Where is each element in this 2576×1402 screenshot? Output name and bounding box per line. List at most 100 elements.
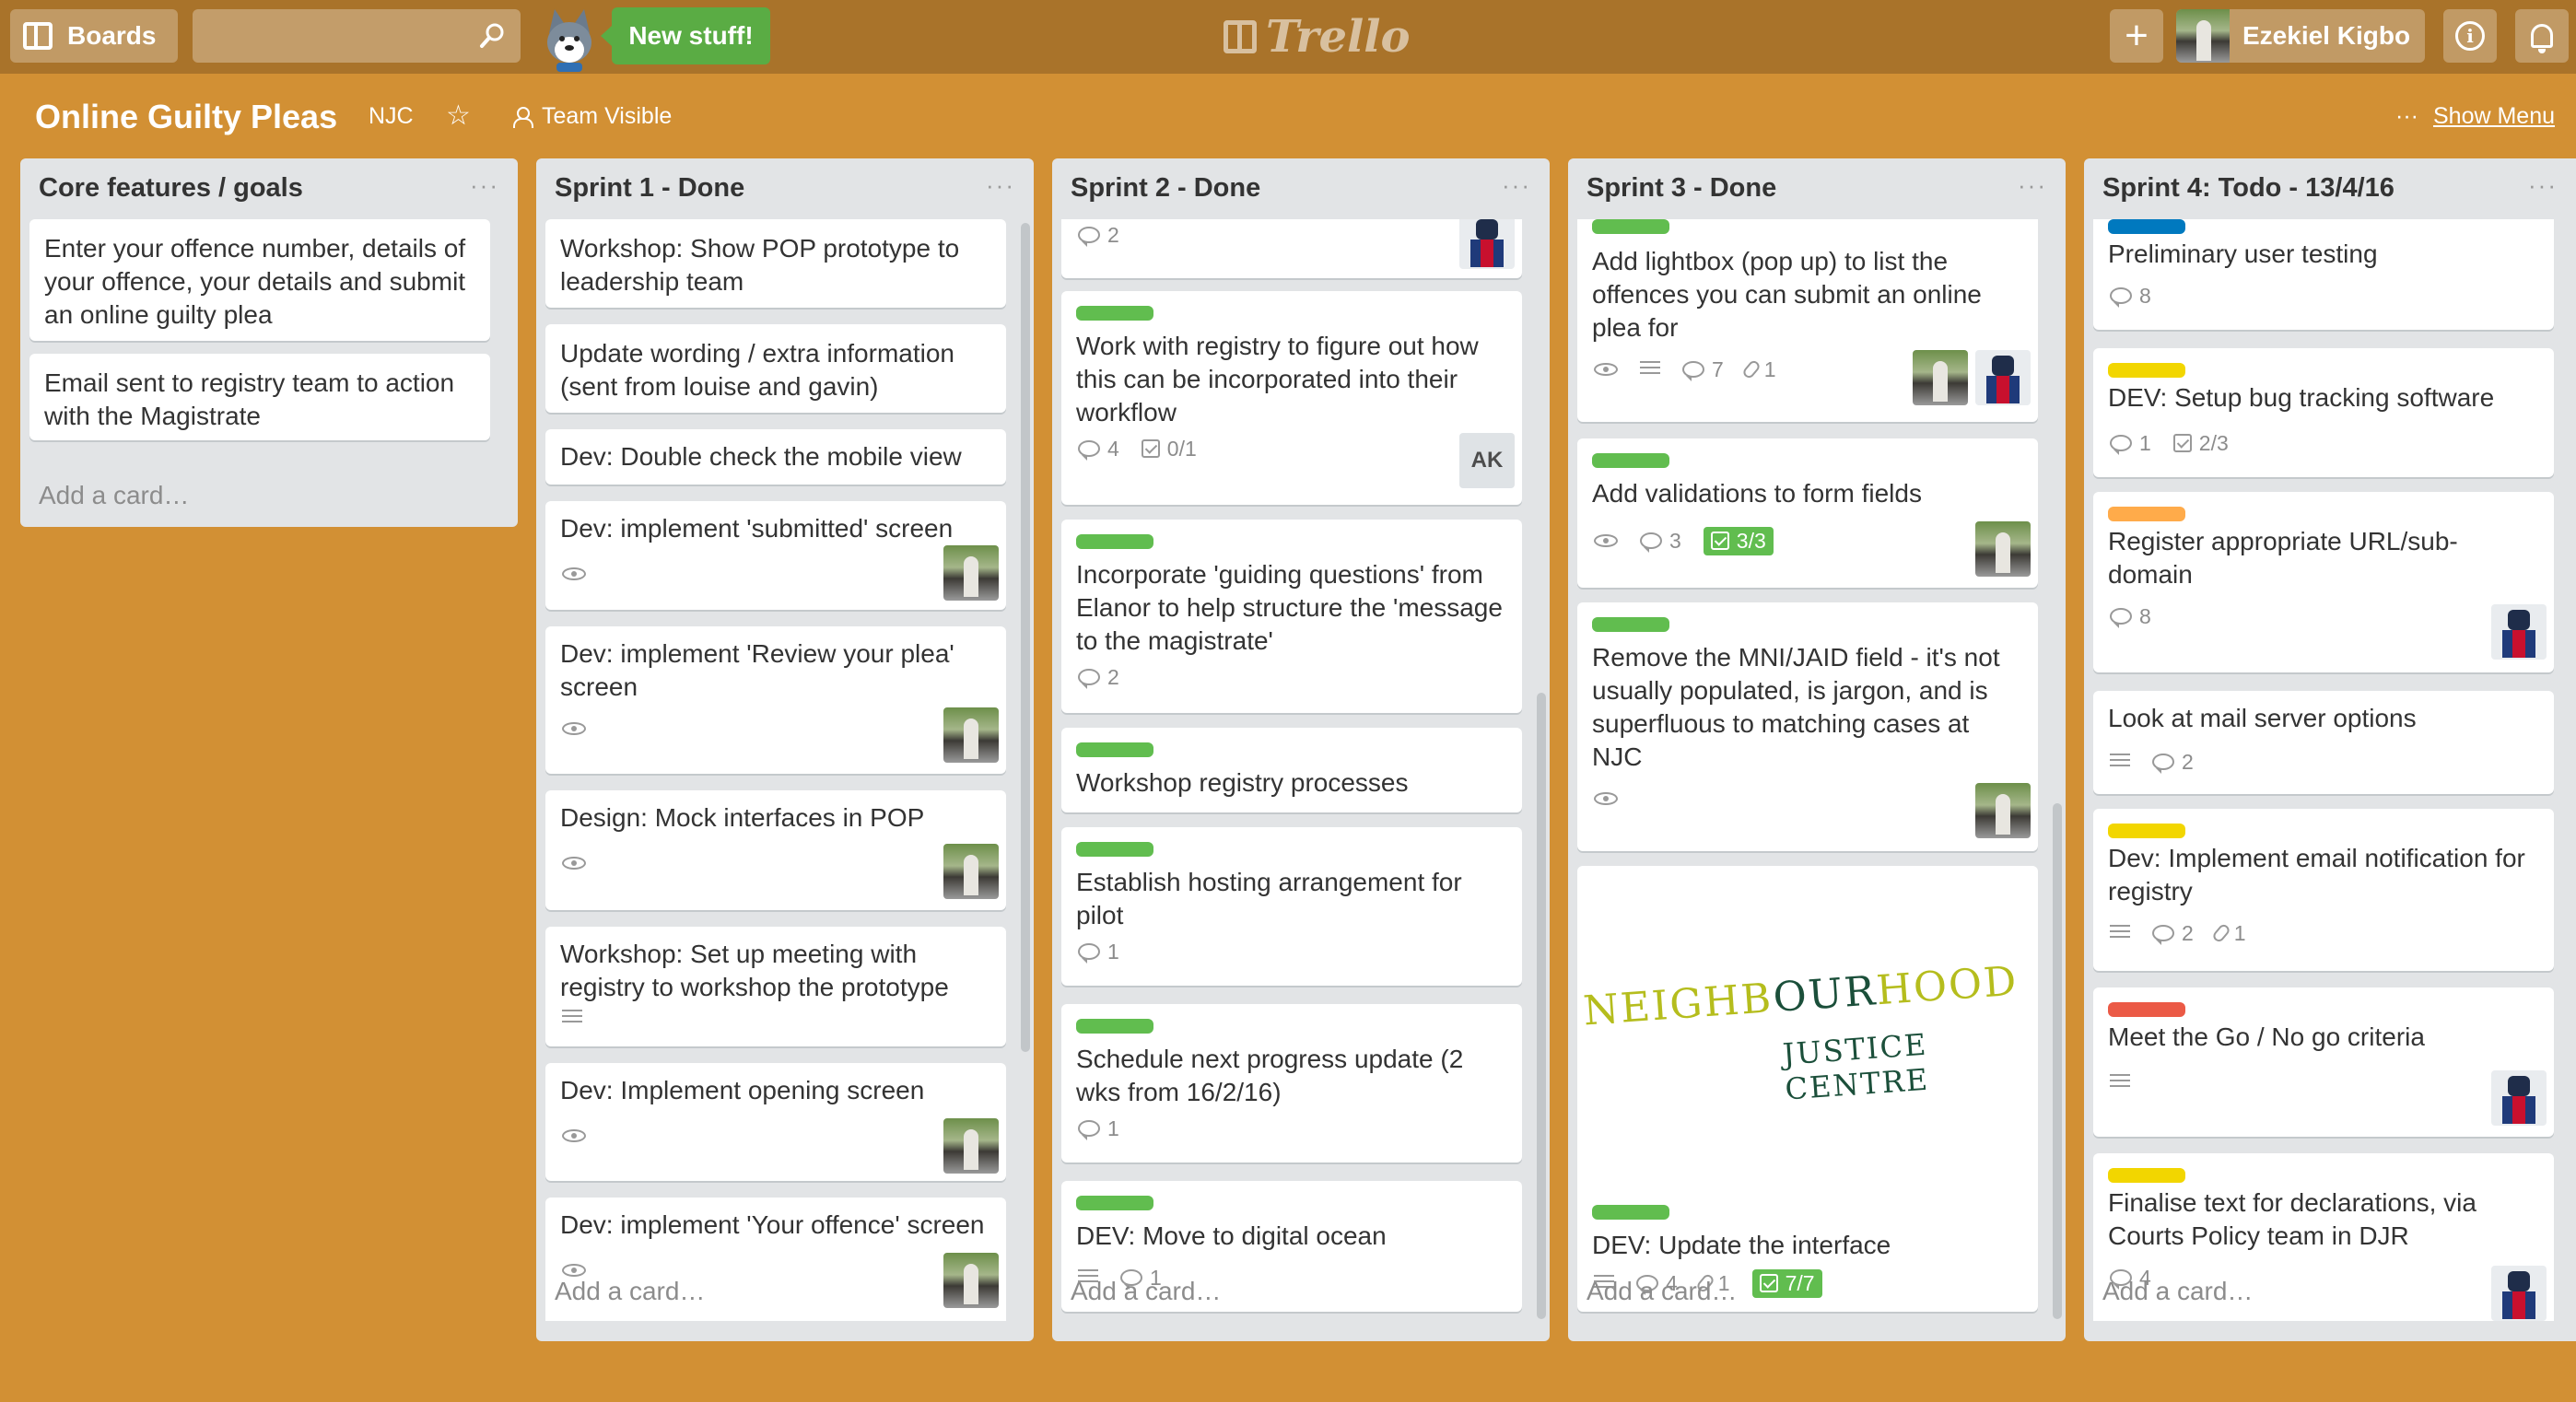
card-container: Workshop: Show POP prototype to leadersh… <box>545 219 1006 1321</box>
card-title: Dev: Implement opening screen <box>560 1076 925 1104</box>
comment-icon <box>1078 440 1100 461</box>
member-avatar[interactable] <box>943 1118 999 1174</box>
card[interactable]: Workshop: Set up meeting with registry t… <box>545 927 1006 1046</box>
list-scrollbar[interactable] <box>2053 803 2062 1319</box>
card[interactable]: DEV: Setup bug tracking software 1 2/3 <box>2093 348 2554 477</box>
show-menu-button[interactable]: ··· Show Menu <box>2395 103 2555 130</box>
list-title[interactable]: Sprint 2 - Done <box>1071 173 1260 204</box>
member-avatar[interactable] <box>943 545 999 601</box>
list-title[interactable]: Sprint 3 - Done <box>1587 173 1776 204</box>
card[interactable]: Register appropriate URL/sub-domain 8 <box>2093 492 2554 672</box>
card-badges <box>562 1002 582 1034</box>
card-title: Dev: implement 'submitted' screen <box>560 514 954 543</box>
member-avatar[interactable] <box>1459 219 1515 269</box>
member-avatar[interactable] <box>943 707 999 763</box>
card[interactable]: 2 <box>1061 219 1522 278</box>
list-menu-icon[interactable]: ··· <box>2528 171 2558 200</box>
member-avatar[interactable] <box>2491 1070 2547 1126</box>
card[interactable]: Dev: implement 'Review your plea' screen <box>545 626 1006 774</box>
card[interactable]: Dev: Implement opening screen <box>545 1063 1006 1181</box>
list-scrollbar[interactable] <box>1537 693 1546 1319</box>
member-avatar[interactable] <box>1975 350 2031 405</box>
card[interactable]: Meet the Go / No go criteria <box>2093 987 2554 1137</box>
card-title: Workshop: Set up meeting with registry t… <box>560 940 949 1001</box>
taco-mascot-icon[interactable] <box>536 6 603 72</box>
list-menu-icon[interactable]: ··· <box>470 171 499 200</box>
list-menu-icon[interactable]: ··· <box>2018 171 2047 200</box>
user-menu[interactable]: Ezekiel Kigbo <box>2176 9 2425 63</box>
list-menu-icon[interactable]: ··· <box>986 171 1015 200</box>
card[interactable]: Email sent to registry team to action wi… <box>29 354 490 440</box>
member-avatar[interactable] <box>943 844 999 899</box>
boards-button[interactable]: Boards <box>10 9 178 63</box>
member-avatar[interactable] <box>1975 521 2031 577</box>
search-box[interactable] <box>193 9 521 63</box>
add-card-button[interactable]: Add a card… <box>555 1277 705 1306</box>
member-avatar[interactable] <box>943 1253 999 1308</box>
description-icon <box>2110 925 2130 941</box>
card-badges: 7 1 <box>1594 354 1776 385</box>
card-badges: 2 <box>1078 219 1119 251</box>
card-title: Dev: Double check the mobile view <box>560 442 962 471</box>
card[interactable]: Establish hosting arrangement for pilot … <box>1061 827 1522 986</box>
search-icon[interactable] <box>478 22 506 50</box>
card-label-green <box>1076 1019 1153 1034</box>
card[interactable]: Update wording / extra information (sent… <box>545 324 1006 413</box>
search-input[interactable] <box>205 9 463 63</box>
card[interactable]: Design: Mock interfaces in POP <box>545 790 1006 910</box>
card[interactable]: Schedule next progress update (2 wks fro… <box>1061 1004 1522 1162</box>
comment-icon <box>1078 669 1100 689</box>
checklist-icon <box>1141 439 1160 458</box>
visibility-button[interactable]: Team Visible <box>512 103 672 130</box>
card[interactable]: Dev: Double check the mobile view <box>545 429 1006 485</box>
card[interactable]: Dev: Implement email notification for re… <box>2093 809 2554 971</box>
member-initials[interactable]: AK <box>1459 433 1515 488</box>
member-avatar[interactable] <box>2491 1266 2547 1321</box>
add-card-button[interactable]: Add a card… <box>1587 1277 1737 1306</box>
card-title: Workshop: Show POP prototype to leadersh… <box>560 234 960 296</box>
card-title: Establish hosting arrangement for pilot <box>1076 868 1462 929</box>
card-badges: 1 2/3 <box>2110 427 2229 459</box>
card[interactable]: Workshop: Show POP prototype to leadersh… <box>545 219 1006 308</box>
member-avatar[interactable] <box>1975 783 2031 838</box>
card-title: Dev: implement 'Your offence' screen <box>560 1210 985 1239</box>
star-icon[interactable]: ☆ <box>446 99 471 132</box>
comment-count: 2 <box>2182 749 2194 774</box>
card[interactable]: Preliminary user testing 8 <box>2093 219 2554 330</box>
cover-line-1: NEIGHBOURHOOD <box>1581 957 2020 1035</box>
list-title[interactable]: Sprint 1 - Done <box>555 173 744 204</box>
card[interactable]: Dev: implement 'submitted' screen <box>545 501 1006 610</box>
member-avatar[interactable] <box>1913 350 1968 405</box>
card[interactable]: NEIGHBOURHOOD JUSTICE CENTRE DEV: Update… <box>1577 866 2038 1312</box>
add-card-button[interactable]: Add a card… <box>2102 1277 2253 1306</box>
card[interactable]: Add lightbox (pop up) to list the offenc… <box>1577 219 2038 422</box>
card-label-green <box>1592 1205 1669 1220</box>
notifications-button[interactable] <box>2515 9 2569 63</box>
info-button[interactable]: i <box>2443 9 2497 63</box>
new-stuff-button[interactable]: New stuff! <box>601 7 770 64</box>
card[interactable]: Incorporate 'guiding questions' from Ela… <box>1061 520 1522 713</box>
comment-icon <box>1078 227 1100 247</box>
checklist-icon <box>1710 532 1729 550</box>
card[interactable]: Add validations to form fields 3 3/3 <box>1577 438 2038 588</box>
board-team[interactable]: NJC <box>369 103 414 130</box>
board-title[interactable]: Online Guilty Pleas <box>35 98 337 136</box>
card[interactable]: Remove the MNI/JAID field - it's not usu… <box>1577 602 2038 851</box>
member-avatar[interactable] <box>2491 604 2547 660</box>
add-card-button[interactable]: Add a card… <box>1071 1277 1221 1306</box>
list-title[interactable]: Sprint 4: Todo - 13/4/16 <box>2102 173 2395 204</box>
card[interactable]: Workshop registry processes <box>1061 728 1522 812</box>
card-badges: 3 3/3 <box>1594 525 1774 556</box>
list-scrollbar[interactable] <box>1021 223 1030 1052</box>
card[interactable]: Work with registry to figure out how thi… <box>1061 291 1522 505</box>
list-title[interactable]: Core features / goals <box>39 173 303 204</box>
list-menu-icon[interactable]: ··· <box>1502 171 1531 200</box>
cover-line-2: JUSTICE CENTRE <box>1781 1026 1931 1107</box>
add-button[interactable]: + <box>2110 9 2163 63</box>
card[interactable]: Look at mail server options 2 <box>2093 691 2554 794</box>
card[interactable]: Enter your offence number, details of yo… <box>29 219 490 341</box>
card-badges: 8 <box>2110 280 2151 311</box>
add-card-button[interactable]: Add a card… <box>39 481 189 510</box>
trello-logo[interactable]: Trello <box>1224 9 1411 64</box>
card-label-green <box>1076 534 1153 549</box>
